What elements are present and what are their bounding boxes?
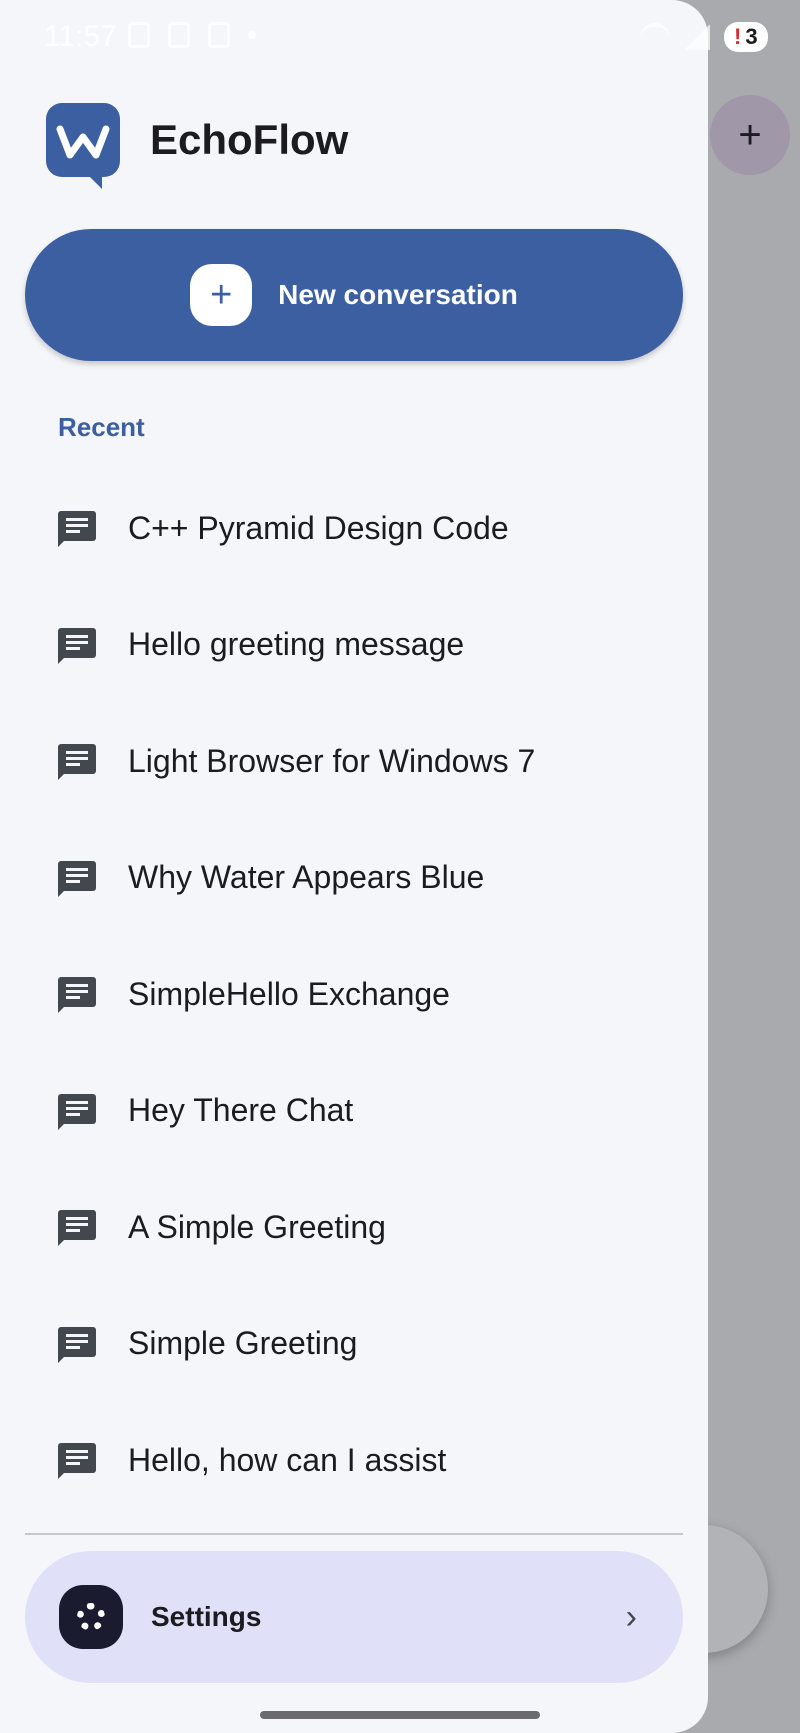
status-right: ! 3 bbox=[640, 22, 768, 52]
plus-icon: + bbox=[190, 264, 253, 326]
navigation-drawer: EchoFlow + New conversation Recent C++ P… bbox=[0, 0, 708, 1733]
recent-conversation-item[interactable]: SimpleHello Exchange bbox=[0, 936, 708, 1053]
recent-conversation-item[interactable]: A Simple Greeting bbox=[0, 1169, 708, 1286]
app-name: EchoFlow bbox=[150, 116, 349, 163]
chat-bubble-icon bbox=[58, 1093, 96, 1130]
conversation-title: A Simple Greeting bbox=[128, 1208, 386, 1245]
recent-conversation-item[interactable]: Hey There Chat bbox=[0, 1053, 708, 1170]
chat-bubble-icon bbox=[58, 860, 96, 897]
alert-icon bbox=[208, 22, 230, 48]
wifi-icon bbox=[640, 23, 670, 51]
status-time: 11:57 bbox=[44, 20, 117, 53]
new-conversation-label: New conversation bbox=[278, 279, 518, 310]
recent-conversation-item[interactable]: Hello greeting message bbox=[0, 587, 708, 704]
chat-bubble-icon bbox=[58, 1443, 96, 1480]
app-brand: EchoFlow bbox=[46, 103, 349, 189]
recent-conversations-list: C++ Pyramid Design Code Hello greeting m… bbox=[0, 470, 708, 1519]
chevron-right-icon: › bbox=[625, 1597, 637, 1636]
background-new-chat-button: + bbox=[710, 95, 790, 175]
sim-icon bbox=[168, 22, 190, 48]
warning-icon: ! bbox=[734, 24, 742, 49]
status-bar: 11:57 ! 3 bbox=[0, 0, 800, 72]
recent-conversation-item[interactable]: C++ Pyramid Design Code bbox=[0, 470, 708, 587]
conversation-title: Why Water Appears Blue bbox=[128, 859, 485, 896]
chat-bubble-icon bbox=[58, 1326, 96, 1363]
chat-bubble-icon bbox=[58, 744, 96, 781]
home-indicator[interactable] bbox=[260, 1711, 540, 1719]
chat-bubble-icon bbox=[58, 1210, 96, 1247]
conversation-title: Simple Greeting bbox=[128, 1325, 358, 1362]
recent-conversation-item[interactable]: Simple Greeting bbox=[0, 1286, 708, 1403]
settings-label: Settings bbox=[151, 1601, 262, 1632]
status-icons bbox=[128, 22, 256, 48]
conversation-title: Light Browser for Windows 7 bbox=[128, 742, 536, 779]
conversation-title: SimpleHello Exchange bbox=[128, 975, 450, 1012]
recent-conversation-item[interactable]: Hello, how can I assist bbox=[0, 1402, 708, 1519]
conversation-title: Hello, how can I assist bbox=[128, 1441, 447, 1478]
app-logo-icon bbox=[46, 103, 120, 189]
chat-bubble-icon bbox=[58, 977, 96, 1014]
gear-icon bbox=[59, 1585, 123, 1649]
recent-section-title: Recent bbox=[58, 412, 145, 442]
plus-icon: + bbox=[738, 113, 762, 157]
notification-count: 3 bbox=[745, 24, 758, 49]
chat-bubble-icon bbox=[58, 627, 96, 664]
signal-icon bbox=[684, 24, 710, 50]
notification-badge: ! 3 bbox=[724, 22, 768, 52]
screenshot-icon bbox=[128, 22, 150, 48]
chat-bubble-icon bbox=[58, 511, 96, 548]
conversation-title: C++ Pyramid Design Code bbox=[128, 509, 509, 546]
notification-dot-icon bbox=[248, 31, 256, 39]
settings-button[interactable]: Settings › bbox=[25, 1551, 683, 1683]
conversation-title: Hey There Chat bbox=[128, 1092, 354, 1129]
divider bbox=[25, 1533, 683, 1535]
recent-conversation-item[interactable]: Why Water Appears Blue bbox=[0, 820, 708, 937]
new-conversation-button[interactable]: + New conversation bbox=[25, 229, 683, 361]
recent-conversation-item[interactable]: Light Browser for Windows 7 bbox=[0, 703, 708, 820]
conversation-title: Hello greeting message bbox=[128, 626, 465, 663]
